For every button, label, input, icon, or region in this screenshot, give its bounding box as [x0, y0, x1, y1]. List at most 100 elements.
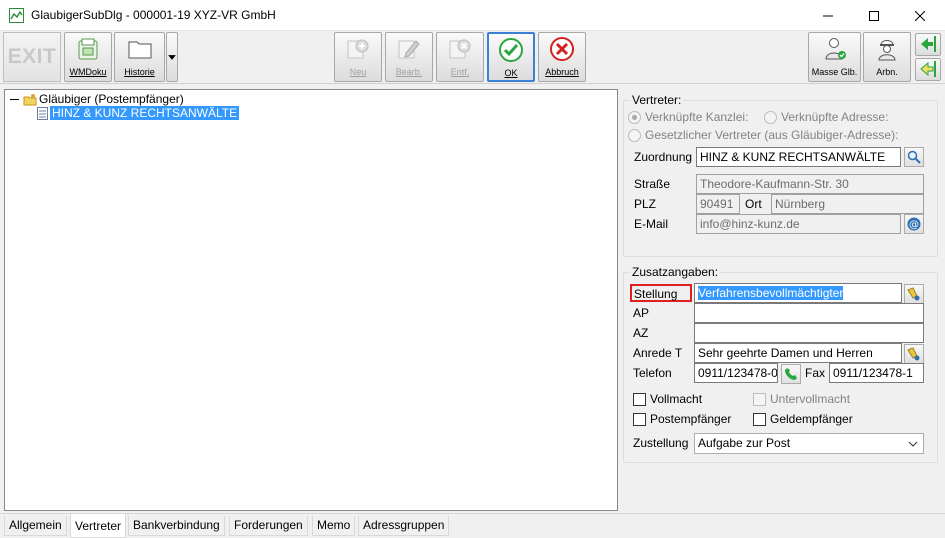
az-label: AZ: [633, 326, 649, 340]
vollmacht-label: Vollmacht: [650, 392, 703, 406]
radio-verknuepfte-kanzlei[interactable]: Verknüpfte Kanzlei:: [628, 110, 748, 124]
cancel-icon: [550, 37, 574, 61]
tab-bankverbindung[interactable]: Bankverbindung: [128, 516, 225, 536]
abbruch-label: Abbruch: [545, 67, 579, 77]
stellung-lookup-button[interactable]: [904, 284, 924, 304]
telefon-label: Telefon: [633, 366, 672, 380]
radio-indicator: [628, 110, 641, 124]
maximize-icon: [869, 10, 879, 21]
bearb-button[interactable]: Bearb.: [385, 32, 433, 82]
radio-gesetzlich-label: Gesetzlicher Vertreter (aus Gläubiger-Ad…: [645, 128, 899, 142]
maximize-button[interactable]: [851, 0, 897, 31]
arbn-button[interactable]: Arbn.: [863, 32, 911, 82]
ap-label: AP: [633, 306, 650, 320]
stellung-field[interactable]: Verfahrensbevollmächtigter: [694, 283, 902, 303]
checkmark-icon: [499, 38, 523, 62]
radio-gesetzlicher-vertreter[interactable]: Gesetzlicher Vertreter (aus Gläubiger-Ad…: [628, 128, 898, 142]
folder-icon: [128, 41, 151, 59]
arbn-label: Arbn.: [876, 67, 898, 77]
radio-indicator: [628, 128, 641, 142]
masse-glb-button[interactable]: Masse Glb.: [808, 32, 861, 82]
anrede-label: Anrede T: [633, 346, 683, 360]
stellung-value: Verfahrensbevollmächtigter: [698, 286, 844, 300]
historie-label: Historie: [124, 67, 155, 77]
zustellung-select[interactable]: Aufgabe zur Post: [694, 433, 924, 454]
historie-button[interactable]: Historie: [114, 32, 165, 82]
worker-icon: [878, 40, 896, 61]
geldempfaenger-checkbox[interactable]: Geldempfänger: [753, 412, 853, 426]
tree-root-label: Gläubiger (Postempfänger): [39, 92, 184, 106]
person-check-icon: [824, 38, 846, 60]
tab-memo[interactable]: Memo: [312, 516, 356, 536]
vollmacht-checkbox[interactable]: Vollmacht: [633, 392, 702, 406]
ort-field: Nürnberg: [771, 194, 924, 214]
ok-button[interactable]: OK: [487, 32, 535, 82]
minimize-icon: [823, 15, 833, 16]
entf-button[interactable]: Entf.: [436, 32, 484, 82]
document-icon: [78, 38, 98, 60]
minimize-button[interactable]: [805, 0, 851, 31]
tab-vertreter[interactable]: Vertreter: [70, 514, 127, 538]
chevron-down-icon: [908, 441, 918, 447]
anrede-lookup-button[interactable]: [904, 344, 924, 364]
email-send-button[interactable]: @: [904, 214, 924, 234]
ok-label: OK: [504, 68, 518, 78]
tab-adressgruppen[interactable]: Adressgruppen: [358, 516, 450, 536]
abbruch-button[interactable]: Abbruch: [538, 32, 586, 82]
fax-label: Fax: [805, 366, 826, 380]
plz-label: PLZ: [634, 197, 657, 211]
ap-field[interactable]: [694, 303, 924, 323]
tree-child-label: HINZ & KUNZ RECHTSANWÄLTE: [50, 106, 240, 120]
tab-bar: Allgemein Vertreter Bankverbindung Forde…: [0, 513, 945, 538]
at-sign-icon: @: [907, 217, 921, 231]
exit-label: EXIT: [7, 45, 57, 68]
az-field[interactable]: [694, 323, 924, 343]
neu-button[interactable]: Neu: [334, 32, 382, 82]
delete-icon: [449, 39, 471, 59]
strasse-label: Straße: [634, 177, 671, 191]
email-label: E-Mail: [634, 217, 669, 231]
checkbox-box: [633, 412, 646, 426]
wmdoku-label: WMDoku: [69, 67, 107, 77]
flashlight-icon: [907, 287, 920, 301]
exit-button[interactable]: EXIT: [3, 32, 61, 82]
wmdoku-button[interactable]: WMDoku: [64, 32, 112, 82]
radio-verknuepfte-adresse[interactable]: Verknüpfte Adresse:: [764, 110, 888, 124]
flashlight-icon: [907, 347, 920, 361]
toolbar-dropdown-button[interactable]: [166, 32, 178, 82]
untervollmacht-label: Untervollmacht: [770, 392, 851, 406]
arrow-left-dashed-icon: [920, 61, 936, 77]
tree-child-node[interactable]: HINZ & KUNZ RECHTSANWÄLTE: [37, 106, 240, 120]
tree-view[interactable]: Gläubiger (Postempfänger) HINZ & KUNZ RE…: [4, 89, 618, 511]
zuordnung-search-button[interactable]: [904, 147, 924, 167]
telefon-field[interactable]: 0911/123478-0: [694, 363, 778, 383]
untervollmacht-checkbox[interactable]: Untervollmacht: [753, 392, 850, 406]
collapse-icon: [10, 98, 19, 100]
neu-label: Neu: [349, 67, 367, 77]
tab-forderungen[interactable]: Forderungen: [229, 516, 308, 536]
zuordnung-label: Zuordnung: [634, 150, 693, 164]
zustellung-value: Aufgabe zur Post: [698, 436, 791, 450]
plz-field: 90491: [696, 194, 740, 214]
checkbox-box: [753, 392, 766, 406]
nav-first-button[interactable]: [915, 33, 941, 56]
geldempfaenger-label: Geldempfänger: [770, 412, 853, 426]
stellung-label: Stellung: [630, 284, 692, 302]
zusatzangaben-legend: Zusatzangaben:: [630, 265, 721, 279]
telefon-dial-button[interactable]: [781, 364, 801, 384]
nav-prev-button[interactable]: [915, 58, 941, 81]
fax-field[interactable]: 0911/123478-1: [829, 363, 924, 383]
zuordnung-field[interactable]: HINZ & KUNZ RECHTSANWÄLTE: [696, 147, 901, 167]
zustellung-label: Zustellung: [633, 436, 689, 450]
entf-label: Entf.: [450, 67, 470, 77]
people-folder-icon: [23, 93, 37, 105]
add-icon: [347, 39, 369, 59]
close-button[interactable]: [897, 0, 943, 31]
radio-kanzlei-label: Verknüpfte Kanzlei:: [645, 110, 749, 124]
tab-allgemein[interactable]: Allgemein: [4, 516, 67, 536]
anrede-field[interactable]: Sehr geehrte Damen und Herren: [694, 343, 902, 363]
tree-root-node[interactable]: Gläubiger (Postempfänger): [9, 92, 184, 106]
postempfaenger-checkbox[interactable]: Postempfänger: [633, 412, 731, 426]
email-field: info@hinz-kunz.de: [696, 214, 901, 234]
vertreter-legend: Vertreter:: [630, 93, 684, 107]
